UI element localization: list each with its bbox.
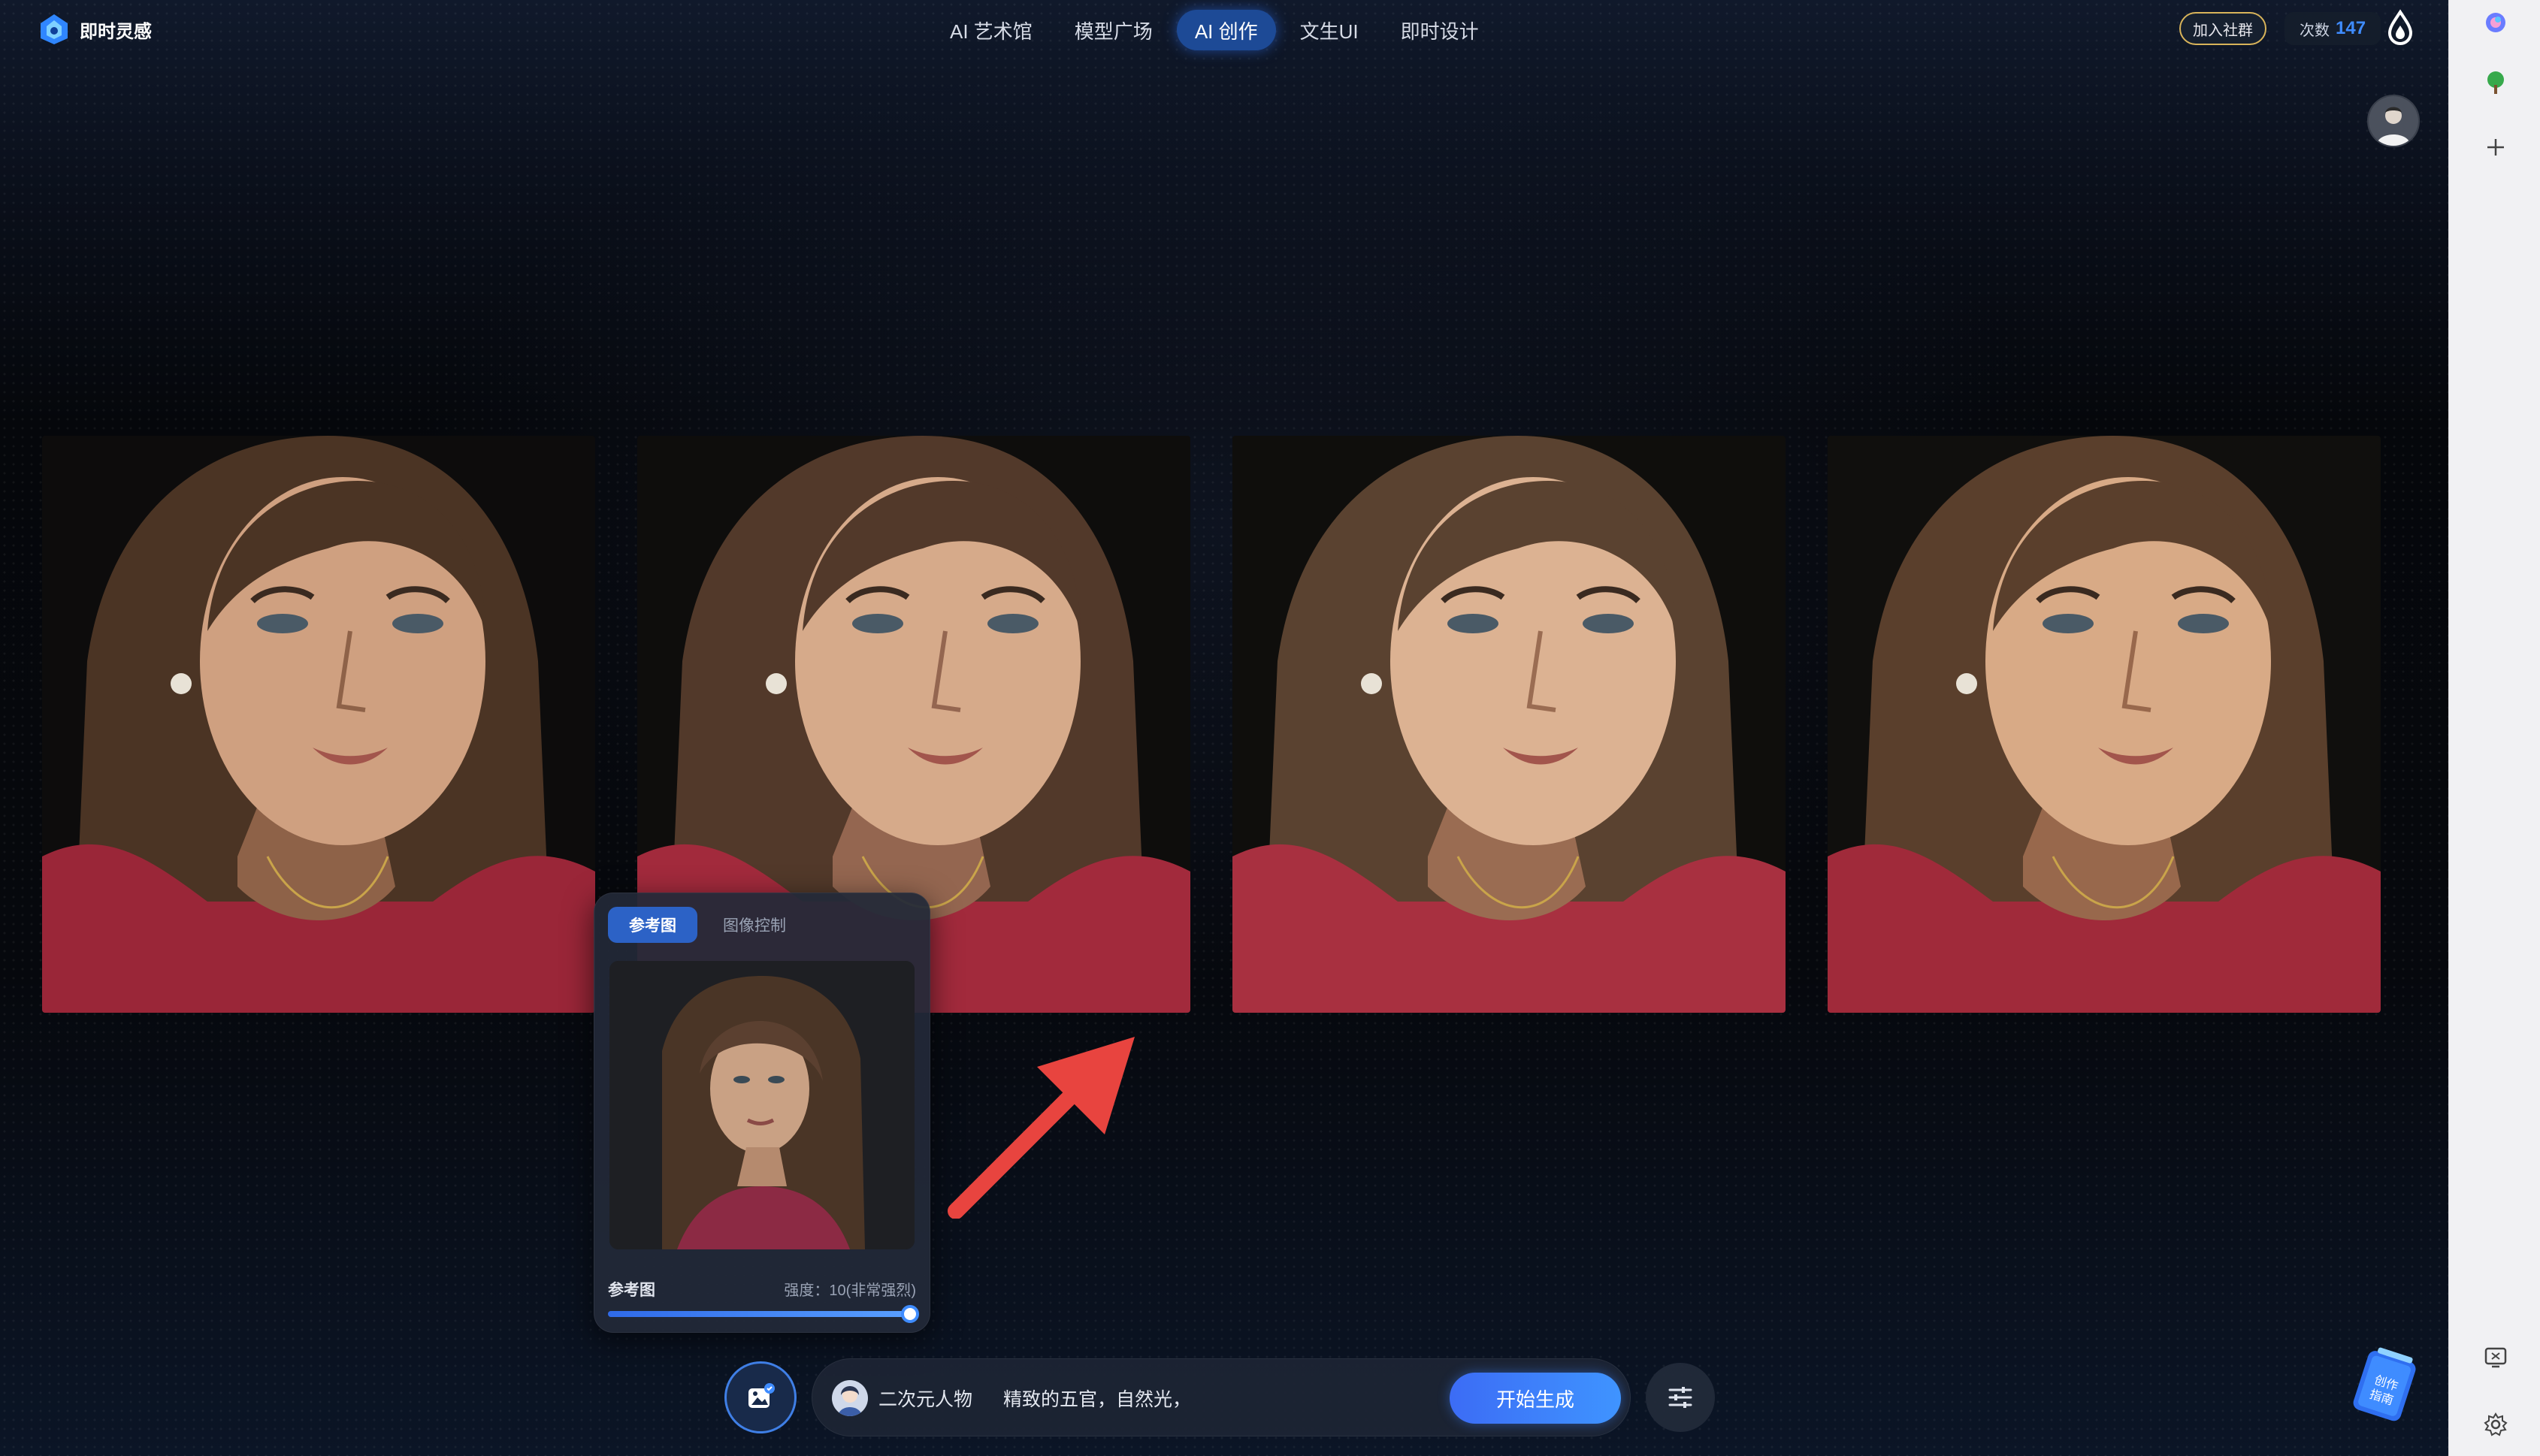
creation-guide-button[interactable]: 创作 指南	[2349, 1345, 2421, 1427]
avatar-image	[2369, 96, 2418, 146]
top-bar: 即时灵感 AI 艺术馆 模型广场 AI 创作 文生UI 即时设计 加入社群 次数…	[0, 0, 2448, 59]
app-canvas: 即时灵感 AI 艺术馆 模型广场 AI 创作 文生UI 即时设计 加入社群 次数…	[0, 0, 2448, 1456]
strength-slider-thumb[interactable]	[901, 1305, 919, 1323]
screenshot-icon[interactable]	[2481, 1342, 2511, 1372]
generated-image-3[interactable]	[1232, 436, 1786, 1013]
credits-value: 147	[2336, 18, 2366, 38]
reference-tabs: 参考图 图像控制	[608, 907, 807, 943]
logo-icon	[41, 14, 68, 44]
reference-panel: 参考图 图像控制 参考图 强度：10(非常强烈)	[594, 893, 930, 1333]
user-avatar[interactable]	[2367, 95, 2420, 147]
advanced-settings-button[interactable]	[1646, 1363, 1715, 1432]
tab-ai-gallery[interactable]: AI 艺术馆	[932, 10, 1051, 50]
generate-button[interactable]: 开始生成	[1450, 1373, 1621, 1424]
strength-slider-fill	[608, 1311, 916, 1317]
generated-image-4[interactable]	[1828, 436, 2381, 1013]
upload-reference-button[interactable]	[724, 1361, 797, 1433]
annotation-arrow	[948, 1037, 1135, 1219]
tab-reference-image[interactable]: 参考图	[608, 907, 697, 943]
sliders-icon	[1668, 1387, 1692, 1408]
reference-label: 参考图	[608, 1282, 655, 1299]
credits-label: 次数	[2300, 22, 2330, 39]
generated-image-1[interactable]	[42, 436, 595, 1013]
app-name: 即时灵感	[80, 21, 152, 42]
result-gallery	[42, 436, 2381, 1013]
image-upload-icon	[748, 1383, 775, 1408]
tree-icon[interactable]	[2481, 68, 2511, 98]
prompt-input[interactable]: 精致的五官，自然光，	[1003, 1377, 1191, 1419]
tab-ai-create[interactable]: AI 创作	[1176, 10, 1276, 50]
credits-counter[interactable]: 次数 147	[2284, 12, 2381, 45]
plus-icon[interactable]	[2481, 132, 2511, 162]
strength-value: 强度：10(非常强烈)	[784, 1282, 916, 1299]
logo[interactable]: 即时灵感	[38, 12, 152, 47]
style-name: 二次元人物	[878, 1389, 973, 1410]
tab-text-to-ui[interactable]: 文生UI	[1282, 10, 1377, 50]
prompt-bar: 二次元人物 精致的五官，自然光， 开始生成	[812, 1358, 1631, 1436]
style-selector[interactable]: 二次元人物	[832, 1377, 972, 1419]
tab-model-square[interactable]: 模型广场	[1057, 10, 1171, 50]
guide-book-icon: 创作 指南	[2353, 1347, 2416, 1421]
tab-image-control[interactable]: 图像控制	[702, 907, 807, 943]
tab-instant-design[interactable]: 即时设计	[1383, 10, 1497, 50]
style-avatar	[832, 1380, 868, 1416]
join-community-button[interactable]: 加入社群	[2179, 12, 2266, 45]
browser-sidebar	[2448, 0, 2540, 1456]
reference-image[interactable]	[609, 961, 915, 1249]
gear-icon[interactable]	[2481, 1409, 2511, 1439]
main-nav: AI 艺术馆 模型广场 AI 创作 文生UI 即时设计	[932, 9, 1497, 51]
droplet-icon[interactable]	[2384, 9, 2417, 47]
strength-slider[interactable]	[608, 1305, 919, 1323]
copilot-icon[interactable]	[2481, 8, 2511, 38]
